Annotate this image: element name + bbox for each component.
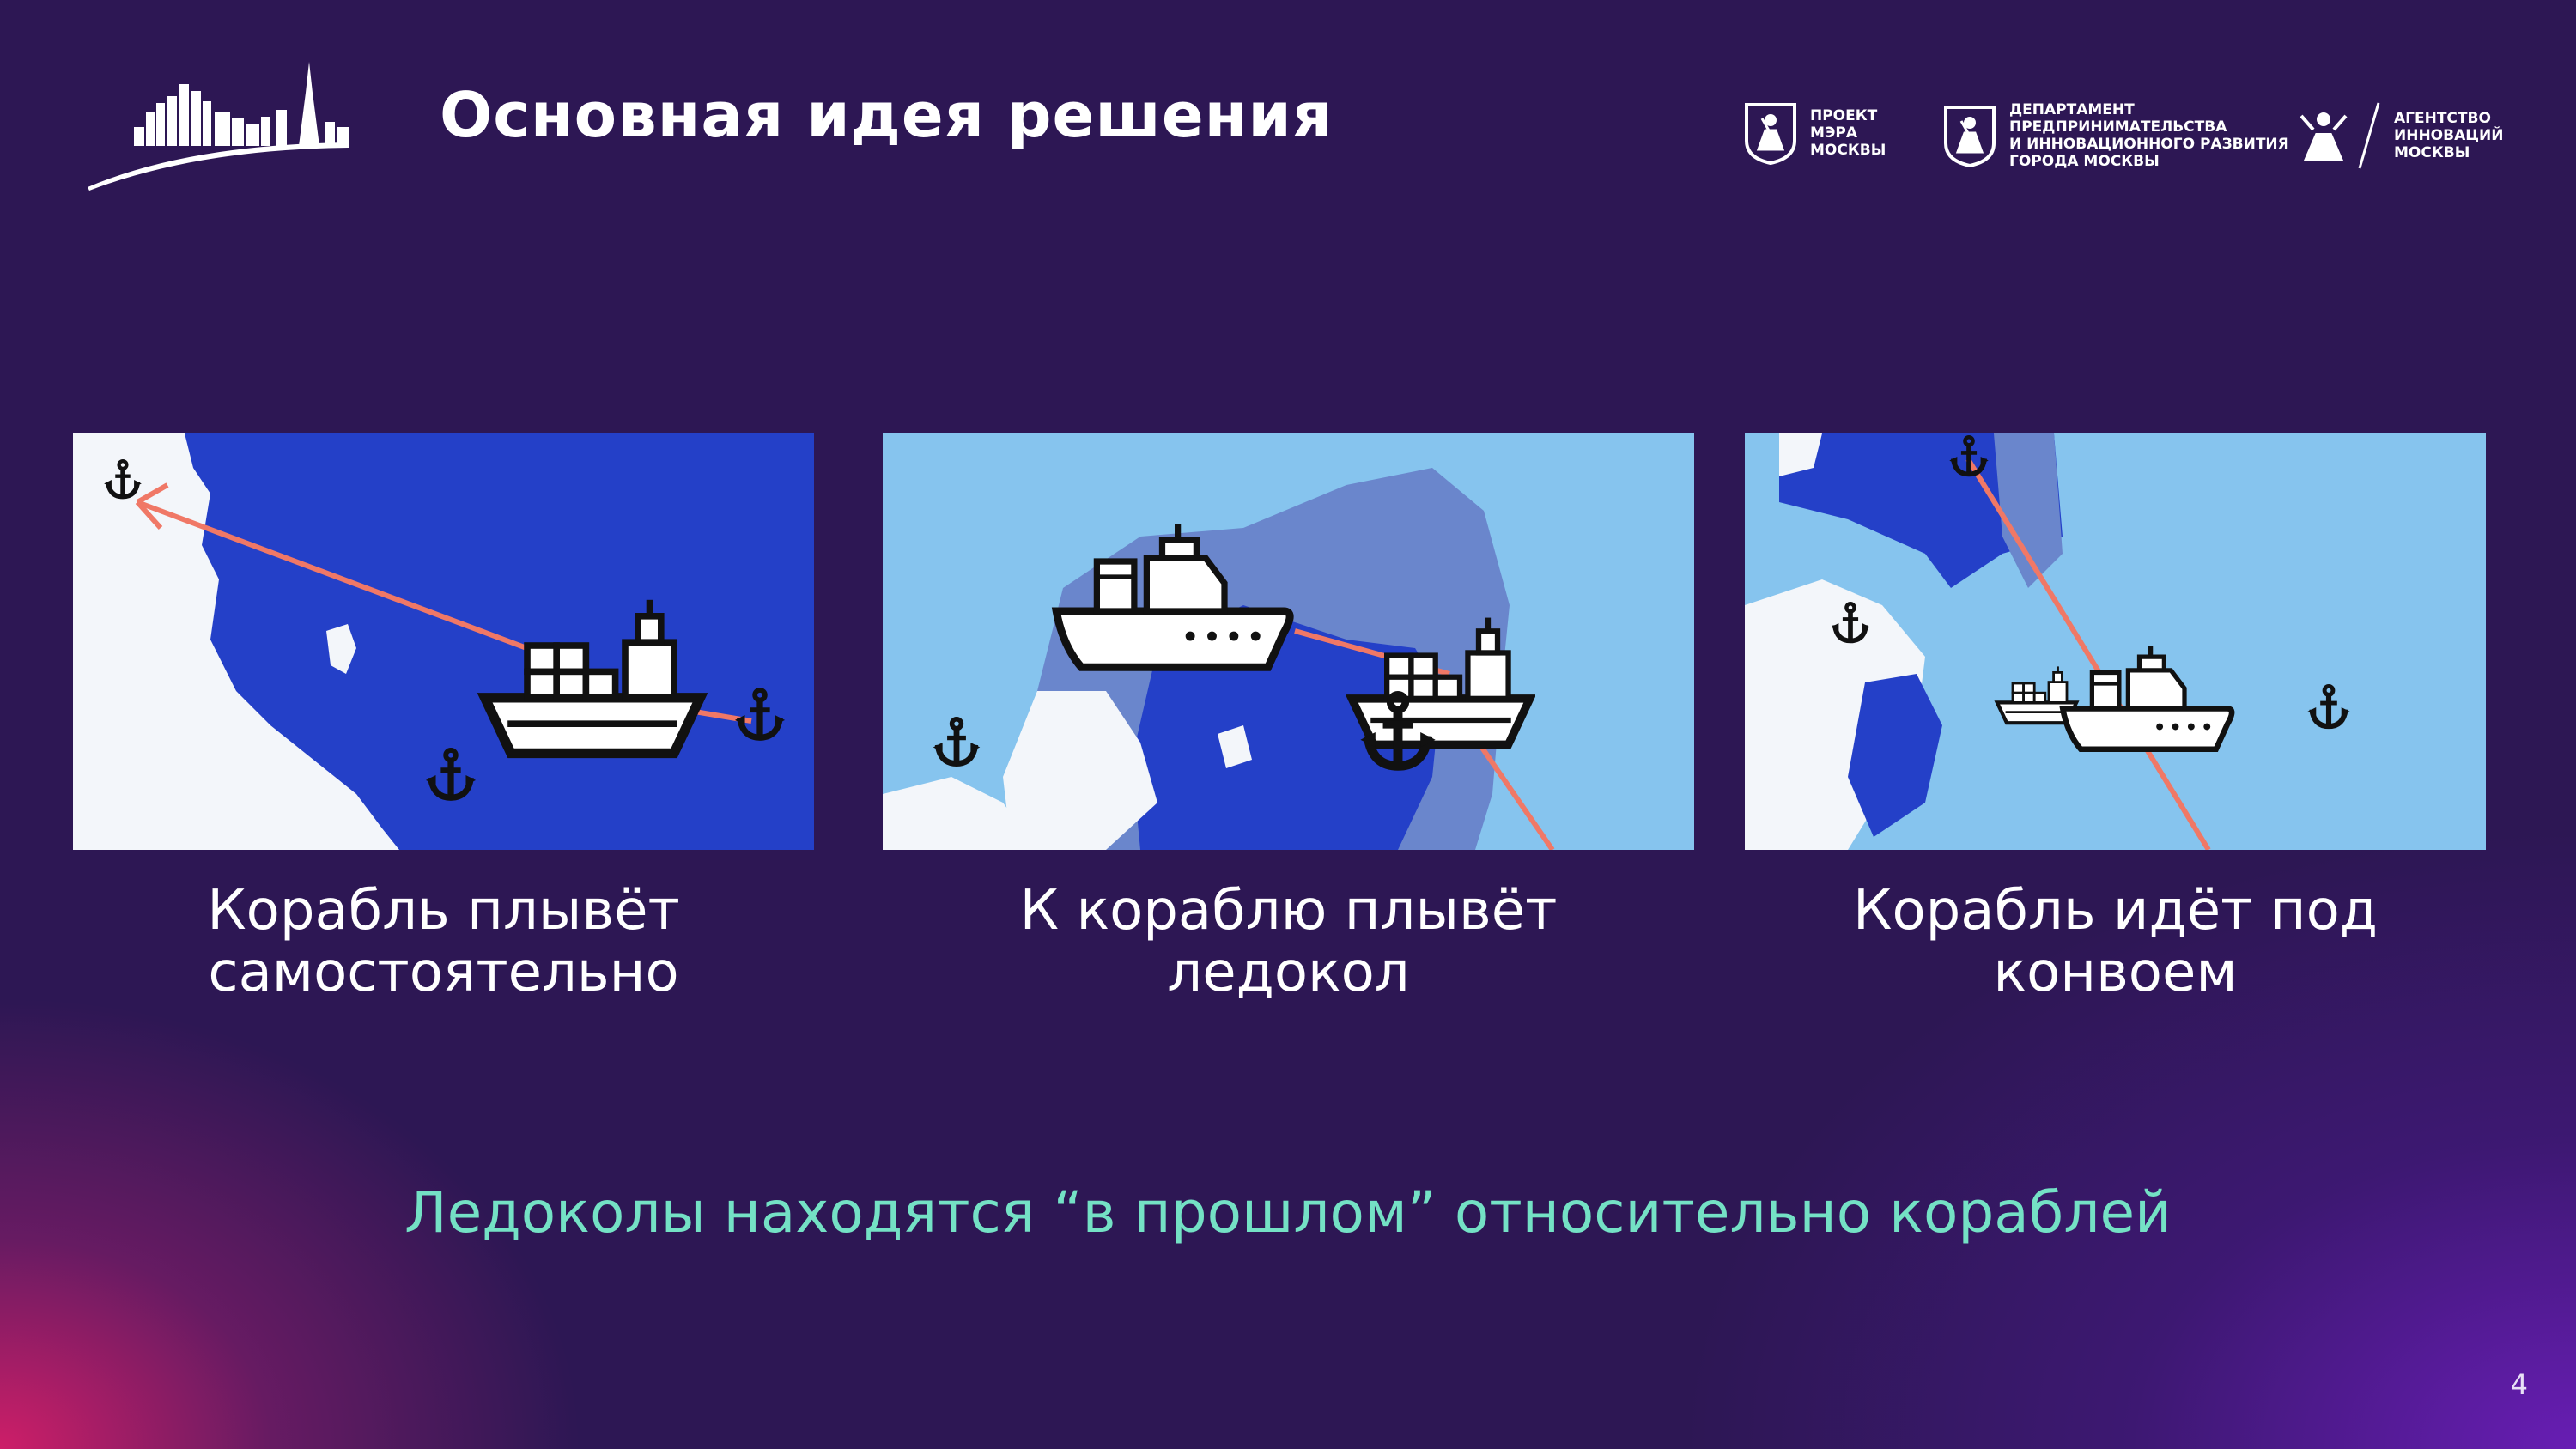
panel-caption: К кораблю плывёт ледокол [883,880,1694,1003]
panel-caption: Корабль идёт под конвоем [1745,880,2486,1003]
moscow-emblem-icon [1745,103,1796,165]
caption-line: К кораблю плывёт [1019,879,1558,943]
logo-mayor-project: ПРОЕКТ МЭРА МОСКВЫ [1743,101,1886,165]
moscow-emblem-icon [2300,112,2348,161]
page-title: Основная идея решения [440,79,1334,151]
map-panel-convoy [1745,433,2486,850]
caption-line: самостоятельно [208,941,679,1004]
caption-line: ледокол [1167,941,1410,1004]
key-insight-text: Ледоколы находятся “в прошлом” относител… [404,1179,2172,1246]
logo-innovation-agency: АГЕНТСТВО ИННОВАЦИЙ МОСКВЫ [2296,101,2503,170]
panel-caption: Корабль плывёт самостоятельно [73,880,814,1003]
logo-label: ПРОЕКТ МЭРА МОСКВЫ [1810,107,1886,159]
divider-slash-icon [2358,102,2380,169]
logo-label: ДЕПАРТАМЕНТ ПРЕДПРИНИМАТЕЛЬСТВА И ИННОВА… [2009,101,2289,170]
map-panel-icebreaker-approach [883,433,1694,850]
caption-line: Корабль идёт под [1853,879,2378,943]
page-number: 4 [2510,1368,2528,1401]
moscow-emblem-icon [1944,106,1996,167]
caption-line: конвоем [1993,941,2238,1004]
logo-label: АГЕНТСТВО ИННОВАЦИЙ МОСКВЫ [2394,110,2504,161]
moscow-skyline-logo [88,62,349,191]
caption-line: Корабль плывёт [207,879,680,943]
map-panel-ship-alone [73,433,814,850]
logo-department: ДЕПАРТАМЕНТ ПРЕДПРИНИМАТЕЛЬСТВА И ИННОВА… [1942,101,2289,170]
